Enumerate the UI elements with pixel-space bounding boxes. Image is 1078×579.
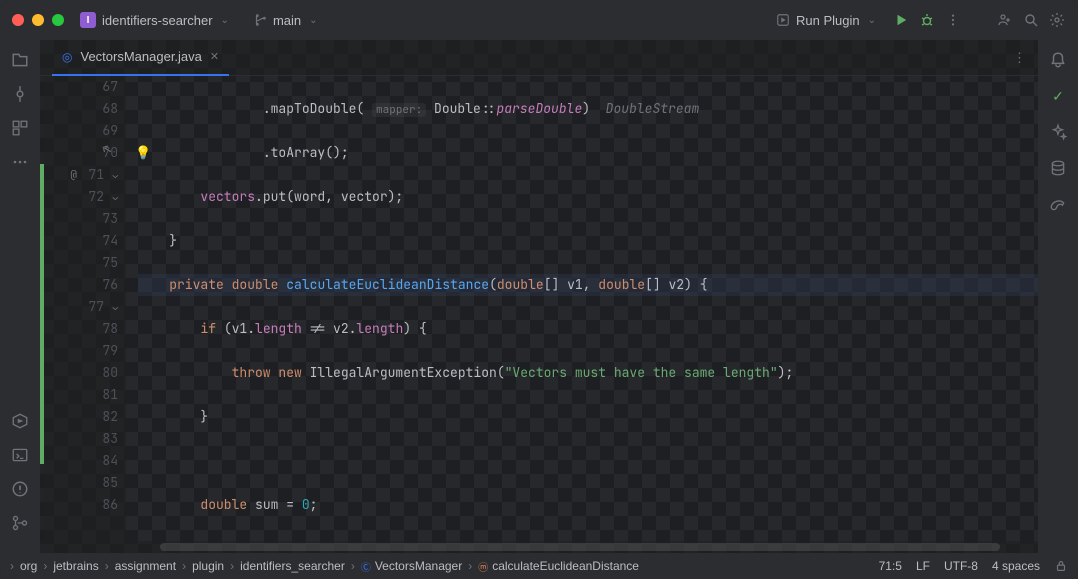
line-number[interactable]: 70 bbox=[98, 142, 118, 164]
database-tool-button[interactable] bbox=[1046, 156, 1070, 180]
class-icon: Ⓒ bbox=[361, 559, 371, 574]
indent-config[interactable]: 4 spaces bbox=[992, 559, 1040, 573]
chevron-right-icon: › bbox=[10, 559, 14, 573]
method-icon: ⓜ bbox=[478, 559, 488, 574]
run-app-icon bbox=[776, 13, 790, 27]
line-number[interactable]: 81 bbox=[98, 384, 118, 406]
line-number[interactable]: 76 bbox=[98, 274, 118, 296]
breadcrumb-item[interactable]: Ⓒ VectorsManager bbox=[361, 559, 462, 574]
breadcrumb-item[interactable]: jetbrains bbox=[53, 559, 98, 573]
window-controls bbox=[12, 14, 64, 26]
breadcrumb-bar: › org › jetbrains › assignment › plugin … bbox=[0, 553, 1078, 579]
code-with-me-button[interactable] bbox=[996, 11, 1014, 29]
notifications-button[interactable] bbox=[1046, 48, 1070, 72]
caret-position[interactable]: 71:5 bbox=[879, 559, 902, 573]
line-number[interactable]: 82 bbox=[98, 406, 118, 428]
author-annotation-icon[interactable]: @ bbox=[70, 164, 77, 186]
project-icon: I bbox=[80, 12, 96, 28]
branch-icon bbox=[253, 13, 267, 27]
java-class-icon: ◎ bbox=[62, 50, 72, 64]
editor-tab-active[interactable]: ◎ VectorsManager.java ✕ bbox=[52, 40, 229, 76]
breadcrumb-item[interactable]: org bbox=[20, 559, 37, 573]
maximize-window-button[interactable] bbox=[52, 14, 64, 26]
editor-tabs: ◎ VectorsManager.java ✕ ⋮ bbox=[40, 40, 1038, 76]
readonly-lock-icon[interactable] bbox=[1054, 559, 1068, 573]
line-number[interactable]: 86 bbox=[98, 494, 118, 516]
chevron-right-icon: › bbox=[351, 559, 355, 573]
line-number[interactable]: 77 bbox=[84, 296, 104, 318]
vcs-branch-selector[interactable]: main ⌄ bbox=[245, 9, 326, 32]
close-window-button[interactable] bbox=[12, 14, 24, 26]
line-number[interactable]: 68 bbox=[98, 98, 118, 120]
run-config-selector[interactable]: Run Plugin ⌄ bbox=[768, 9, 884, 32]
line-number[interactable]: 69 bbox=[98, 120, 118, 142]
inlay-type-hint: DoubleStream bbox=[606, 100, 700, 117]
code-text[interactable]: .mapToDouble( mapper: Double::parseDoubl… bbox=[126, 76, 1038, 541]
left-tool-rail bbox=[0, 40, 40, 553]
project-tool-button[interactable] bbox=[8, 48, 32, 72]
breadcrumb-item[interactable]: plugin bbox=[192, 559, 224, 573]
line-number[interactable]: 73 bbox=[98, 208, 118, 230]
line-number[interactable]: 85 bbox=[98, 472, 118, 494]
scrollbar-thumb[interactable] bbox=[160, 543, 1000, 551]
branch-name: main bbox=[273, 13, 301, 28]
intention-bulb-icon[interactable]: 💡 bbox=[135, 142, 151, 164]
chevron-down-icon: ⌄ bbox=[868, 15, 876, 26]
project-name: identifiers-searcher bbox=[102, 13, 213, 28]
debug-button[interactable] bbox=[918, 11, 936, 29]
line-number[interactable]: 78 bbox=[98, 318, 118, 340]
line-number[interactable]: 67 bbox=[98, 76, 118, 98]
line-number[interactable]: 71 bbox=[84, 164, 104, 186]
close-tab-button[interactable]: ✕ bbox=[210, 50, 219, 63]
line-number[interactable]: 74 bbox=[98, 230, 118, 252]
right-tool-rail: ✓ bbox=[1038, 40, 1078, 553]
services-tool-button[interactable] bbox=[8, 409, 32, 433]
line-number[interactable]: 83 bbox=[98, 428, 118, 450]
tab-overflow-button[interactable]: ⋮ bbox=[1013, 50, 1038, 66]
chevron-down-icon: ⌄ bbox=[221, 15, 229, 26]
settings-button[interactable] bbox=[1048, 11, 1066, 29]
project-selector[interactable]: I identifiers-searcher ⌄ bbox=[72, 8, 237, 32]
more-actions-button[interactable] bbox=[944, 11, 962, 29]
horizontal-scrollbar[interactable] bbox=[40, 541, 1038, 553]
tab-filename: VectorsManager.java bbox=[80, 49, 201, 64]
git-tool-button[interactable] bbox=[8, 511, 32, 535]
line-separator[interactable]: LF bbox=[916, 559, 930, 573]
file-encoding[interactable]: UTF-8 bbox=[944, 559, 978, 573]
chevron-right-icon: › bbox=[468, 559, 472, 573]
line-gutter[interactable]: 67 68 69 70 @71⌄ 72⌄ 73 74 75 76 77⌄ 78 … bbox=[44, 76, 126, 541]
inspection-ok-icon[interactable]: ✓ bbox=[1046, 84, 1070, 108]
fold-toggle[interactable]: ⌄ bbox=[108, 164, 118, 186]
structure-tool-button[interactable] bbox=[8, 116, 32, 140]
run-button[interactable] bbox=[892, 11, 910, 29]
line-number[interactable]: 72 bbox=[84, 186, 104, 208]
chevron-down-icon: ⌄ bbox=[309, 15, 317, 26]
minimize-window-button[interactable] bbox=[32, 14, 44, 26]
commit-tool-button[interactable] bbox=[8, 82, 32, 106]
breadcrumb-item[interactable]: identifiers_searcher bbox=[240, 559, 345, 573]
problems-tool-button[interactable] bbox=[8, 477, 32, 501]
line-number[interactable]: 80 bbox=[98, 362, 118, 384]
inlay-hint: mapper: bbox=[372, 103, 426, 117]
line-number[interactable]: 84 bbox=[98, 450, 118, 472]
code-area[interactable]: 💡 ↖ 67 68 69 70 @71⌄ 72⌄ 73 74 75 76 bbox=[40, 76, 1038, 541]
editor: ◎ VectorsManager.java ✕ ⋮ 💡 ↖ 67 68 69 bbox=[40, 40, 1038, 553]
chevron-right-icon: › bbox=[43, 559, 47, 573]
gradle-tool-button[interactable] bbox=[1046, 192, 1070, 216]
line-number[interactable]: 75 bbox=[98, 252, 118, 274]
titlebar: I identifiers-searcher ⌄ main ⌄ Run Plug… bbox=[0, 0, 1078, 40]
line-number[interactable]: 79 bbox=[98, 340, 118, 362]
breadcrumb-item[interactable]: assignment bbox=[115, 559, 176, 573]
search-everywhere-button[interactable] bbox=[1022, 11, 1040, 29]
fold-toggle[interactable]: ⌄ bbox=[108, 296, 118, 318]
terminal-tool-button[interactable] bbox=[8, 443, 32, 467]
chevron-right-icon: › bbox=[105, 559, 109, 573]
breadcrumb-item[interactable]: ⓜ calculateEuclideanDistance bbox=[478, 559, 639, 574]
ai-assistant-button[interactable] bbox=[1046, 120, 1070, 144]
chevron-right-icon: › bbox=[182, 559, 186, 573]
run-config-label: Run Plugin bbox=[796, 13, 860, 28]
more-tools-button[interactable] bbox=[8, 150, 32, 174]
chevron-right-icon: › bbox=[230, 559, 234, 573]
fold-toggle[interactable]: ⌄ bbox=[108, 186, 118, 208]
